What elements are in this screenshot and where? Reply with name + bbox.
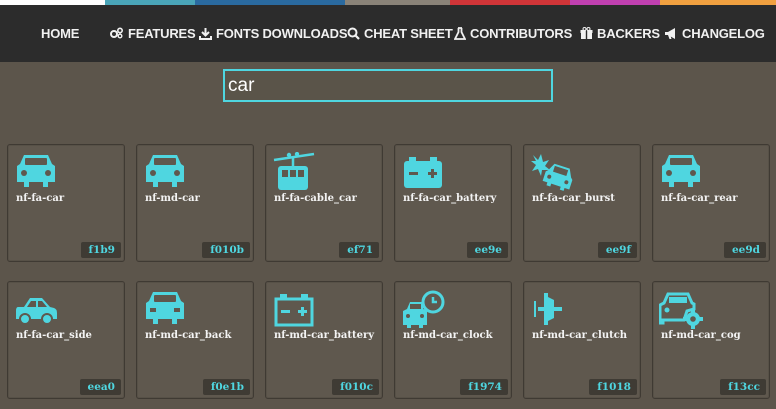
nav-changelog[interactable]: CHANGELOG [664, 22, 765, 44]
icon-name: nf-fa-car_burst [532, 193, 615, 204]
icon-code: f1974 [460, 379, 508, 395]
nav-home-label: HOME [41, 25, 80, 41]
icon-card[interactable]: nf-md-car_cog f13cc [652, 281, 770, 399]
car-rear-icon [662, 155, 700, 187]
nav-backers-label: BACKERS [597, 25, 660, 41]
icon-name: nf-fa-car_side [16, 330, 92, 341]
icon-card[interactable]: nf-fa-cable_car ef71 [265, 144, 383, 262]
icon-card[interactable]: nf-fa-car_side eea0 [7, 281, 125, 399]
car-icon [17, 155, 55, 187]
car-icon [146, 155, 184, 187]
icon-name: nf-md-car_back [145, 330, 232, 341]
bullhorn-icon [665, 27, 675, 39]
car-clock-icon [403, 290, 445, 328]
search-icon [347, 27, 360, 40]
stripe [195, 0, 345, 5]
car-side-icon [16, 298, 57, 325]
nav-cheat-sheet-label: CHEAT SHEET [364, 25, 453, 41]
icon-code: f010c [332, 379, 379, 395]
nav-home[interactable]: HOME [41, 22, 79, 44]
icon-code: ee9e [466, 242, 508, 258]
icon-card[interactable]: nf-md-car_clock f1974 [394, 281, 512, 399]
gift-icon [580, 26, 593, 39]
icon-code: f010b [202, 242, 250, 258]
icon-name: nf-md-car_clutch [532, 330, 628, 341]
icon-name: nf-fa-car [16, 193, 65, 204]
icon-code: f0e1b [202, 379, 250, 395]
icon-code: ee9d [723, 242, 766, 258]
nav-cheat-sheet[interactable]: CHEAT SHEET [347, 22, 453, 44]
stripe [105, 0, 195, 5]
download-icon [199, 27, 212, 40]
stripe [0, 0, 105, 5]
icon-card[interactable]: nf-md-car_back f0e1b [136, 281, 254, 399]
top-navigation-bar: HOME FEATURES FONTS DOWNLOADS CHEAT SHEE… [0, 0, 776, 62]
nav-backers[interactable]: BACKERS [580, 22, 660, 44]
stripe [450, 0, 570, 5]
car-back-icon [146, 292, 184, 324]
main-nav: HOME FEATURES FONTS DOWNLOADS CHEAT SHEE… [0, 22, 776, 44]
nav-fonts-downloads[interactable]: FONTS DOWNLOADS [199, 22, 348, 44]
gears-icon [110, 27, 124, 39]
icon-code: f1b9 [80, 242, 121, 258]
color-stripe-bar [0, 0, 776, 5]
cable-car-icon [273, 152, 315, 190]
icon-code: eea0 [79, 379, 121, 395]
icon-code: ef71 [339, 242, 379, 258]
icon-code: ee9f [597, 242, 637, 258]
icon-name: nf-md-car_clock [403, 330, 493, 341]
nav-features-label: FEATURES [128, 25, 196, 41]
search-input[interactable] [223, 69, 553, 102]
icon-card[interactable]: nf-md-car_clutch f1018 [523, 281, 641, 399]
nav-contributors[interactable]: CONTRIBUTORS [454, 22, 572, 44]
nav-contributors-label: CONTRIBUTORS [470, 25, 573, 41]
nav-fonts-downloads-label: FONTS DOWNLOADS [216, 25, 348, 41]
icon-name: nf-fa-car_battery [403, 193, 497, 204]
battery-outline-icon [274, 294, 314, 327]
icon-card[interactable]: nf-fa-car_battery ee9e [394, 144, 512, 262]
clutch-icon [534, 293, 562, 325]
icon-name: nf-fa-cable_car [274, 193, 357, 204]
car-battery-icon [404, 157, 442, 188]
icon-card[interactable]: nf-fa-car f1b9 [7, 144, 125, 262]
flask-icon [454, 26, 466, 40]
icon-name: nf-md-car_battery [274, 330, 375, 341]
icon-name: nf-fa-car_rear [661, 193, 738, 204]
icon-code: f1018 [589, 379, 637, 395]
search-box [223, 69, 553, 102]
icon-name: nf-md-car [145, 193, 200, 204]
stripe [660, 0, 776, 5]
icon-card[interactable]: nf-md-car f010b [136, 144, 254, 262]
nav-features[interactable]: FEATURES [110, 22, 196, 44]
icon-card[interactable]: nf-md-car_battery f010c [265, 281, 383, 399]
car-burst-icon [531, 154, 573, 191]
car-cog-icon [659, 292, 703, 329]
nav-changelog-label: CHANGELOG [682, 25, 765, 41]
icon-code: f13cc [720, 379, 766, 395]
icon-card[interactable]: nf-fa-car_rear ee9d [652, 144, 770, 262]
stripe [345, 0, 450, 5]
icon-card[interactable]: nf-fa-car_burst ee9f [523, 144, 641, 262]
stripe [570, 0, 660, 5]
icon-name: nf-md-car_cog [661, 330, 741, 341]
